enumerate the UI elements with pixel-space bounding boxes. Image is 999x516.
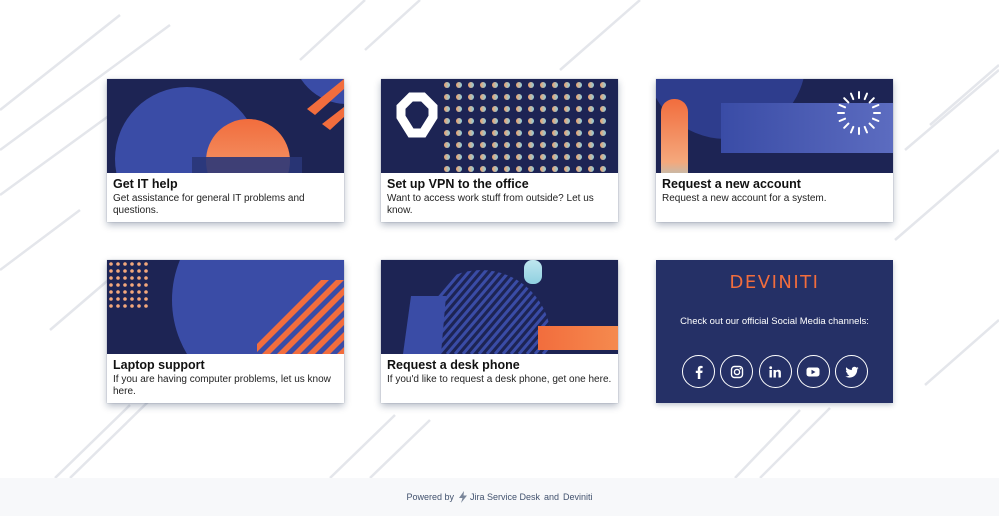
youtube-link[interactable] <box>796 355 830 388</box>
instagram-link[interactable] <box>720 355 754 388</box>
youtube-icon <box>806 367 820 376</box>
card-illustration <box>381 260 618 354</box>
card-description: Get assistance for general IT problems a… <box>113 193 305 216</box>
card-illustration <box>107 79 344 173</box>
card-description: If you are having computer problems, let… <box>113 374 331 397</box>
social-links <box>682 355 868 389</box>
card-title: Get IT help <box>113 177 178 191</box>
social-media-text: Check out our official Social Media chan… <box>680 316 869 327</box>
powered-by-text: Powered by <box>406 492 454 502</box>
card-illustration <box>107 260 344 354</box>
card-title: Laptop support <box>113 358 205 372</box>
background-decoration <box>0 0 999 478</box>
deviniti-logo: DEVINITI <box>729 272 820 293</box>
card-title: Set up VPN to the office <box>387 177 529 191</box>
facebook-icon <box>695 365 703 379</box>
jira-service-desk-link[interactable]: Jira Service Desk <box>470 492 540 502</box>
card-description: If you'd like to request a desk phone, g… <box>387 374 612 385</box>
card-illustration <box>656 79 893 173</box>
jira-service-desk-icon <box>458 491 467 503</box>
card-illustration <box>381 79 618 173</box>
card-description: Want to access work stuff from outside? … <box>387 193 594 216</box>
card-get-it-help[interactable]: Get IT help Get assistance for general I… <box>107 79 344 222</box>
card-set-up-vpn[interactable]: Set up VPN to the office Want to access … <box>381 79 618 222</box>
instagram-icon <box>730 365 743 378</box>
card-title: Request a new account <box>662 177 801 191</box>
and-text: and <box>544 492 560 502</box>
linkedin-link[interactable] <box>758 355 792 388</box>
deviniti-link[interactable]: Deviniti <box>563 492 593 502</box>
card-description: Request a new account for a system. <box>662 193 827 204</box>
twitter-link[interactable] <box>835 355 868 388</box>
linkedin-icon <box>769 365 781 377</box>
social-media-card: DEVINITI Check out our official Social M… <box>656 260 893 403</box>
card-title: Request a desk phone <box>387 358 520 372</box>
twitter-icon <box>844 366 858 378</box>
footer: Powered by Jira Service Desk and Devinit… <box>0 478 999 516</box>
card-request-new-account[interactable]: Request a new account Request a new acco… <box>656 79 893 222</box>
facebook-link[interactable] <box>682 355 715 388</box>
card-laptop-support[interactable]: Laptop support If you are having compute… <box>107 260 344 403</box>
card-request-desk-phone[interactable]: Request a desk phone If you'd like to re… <box>381 260 618 403</box>
